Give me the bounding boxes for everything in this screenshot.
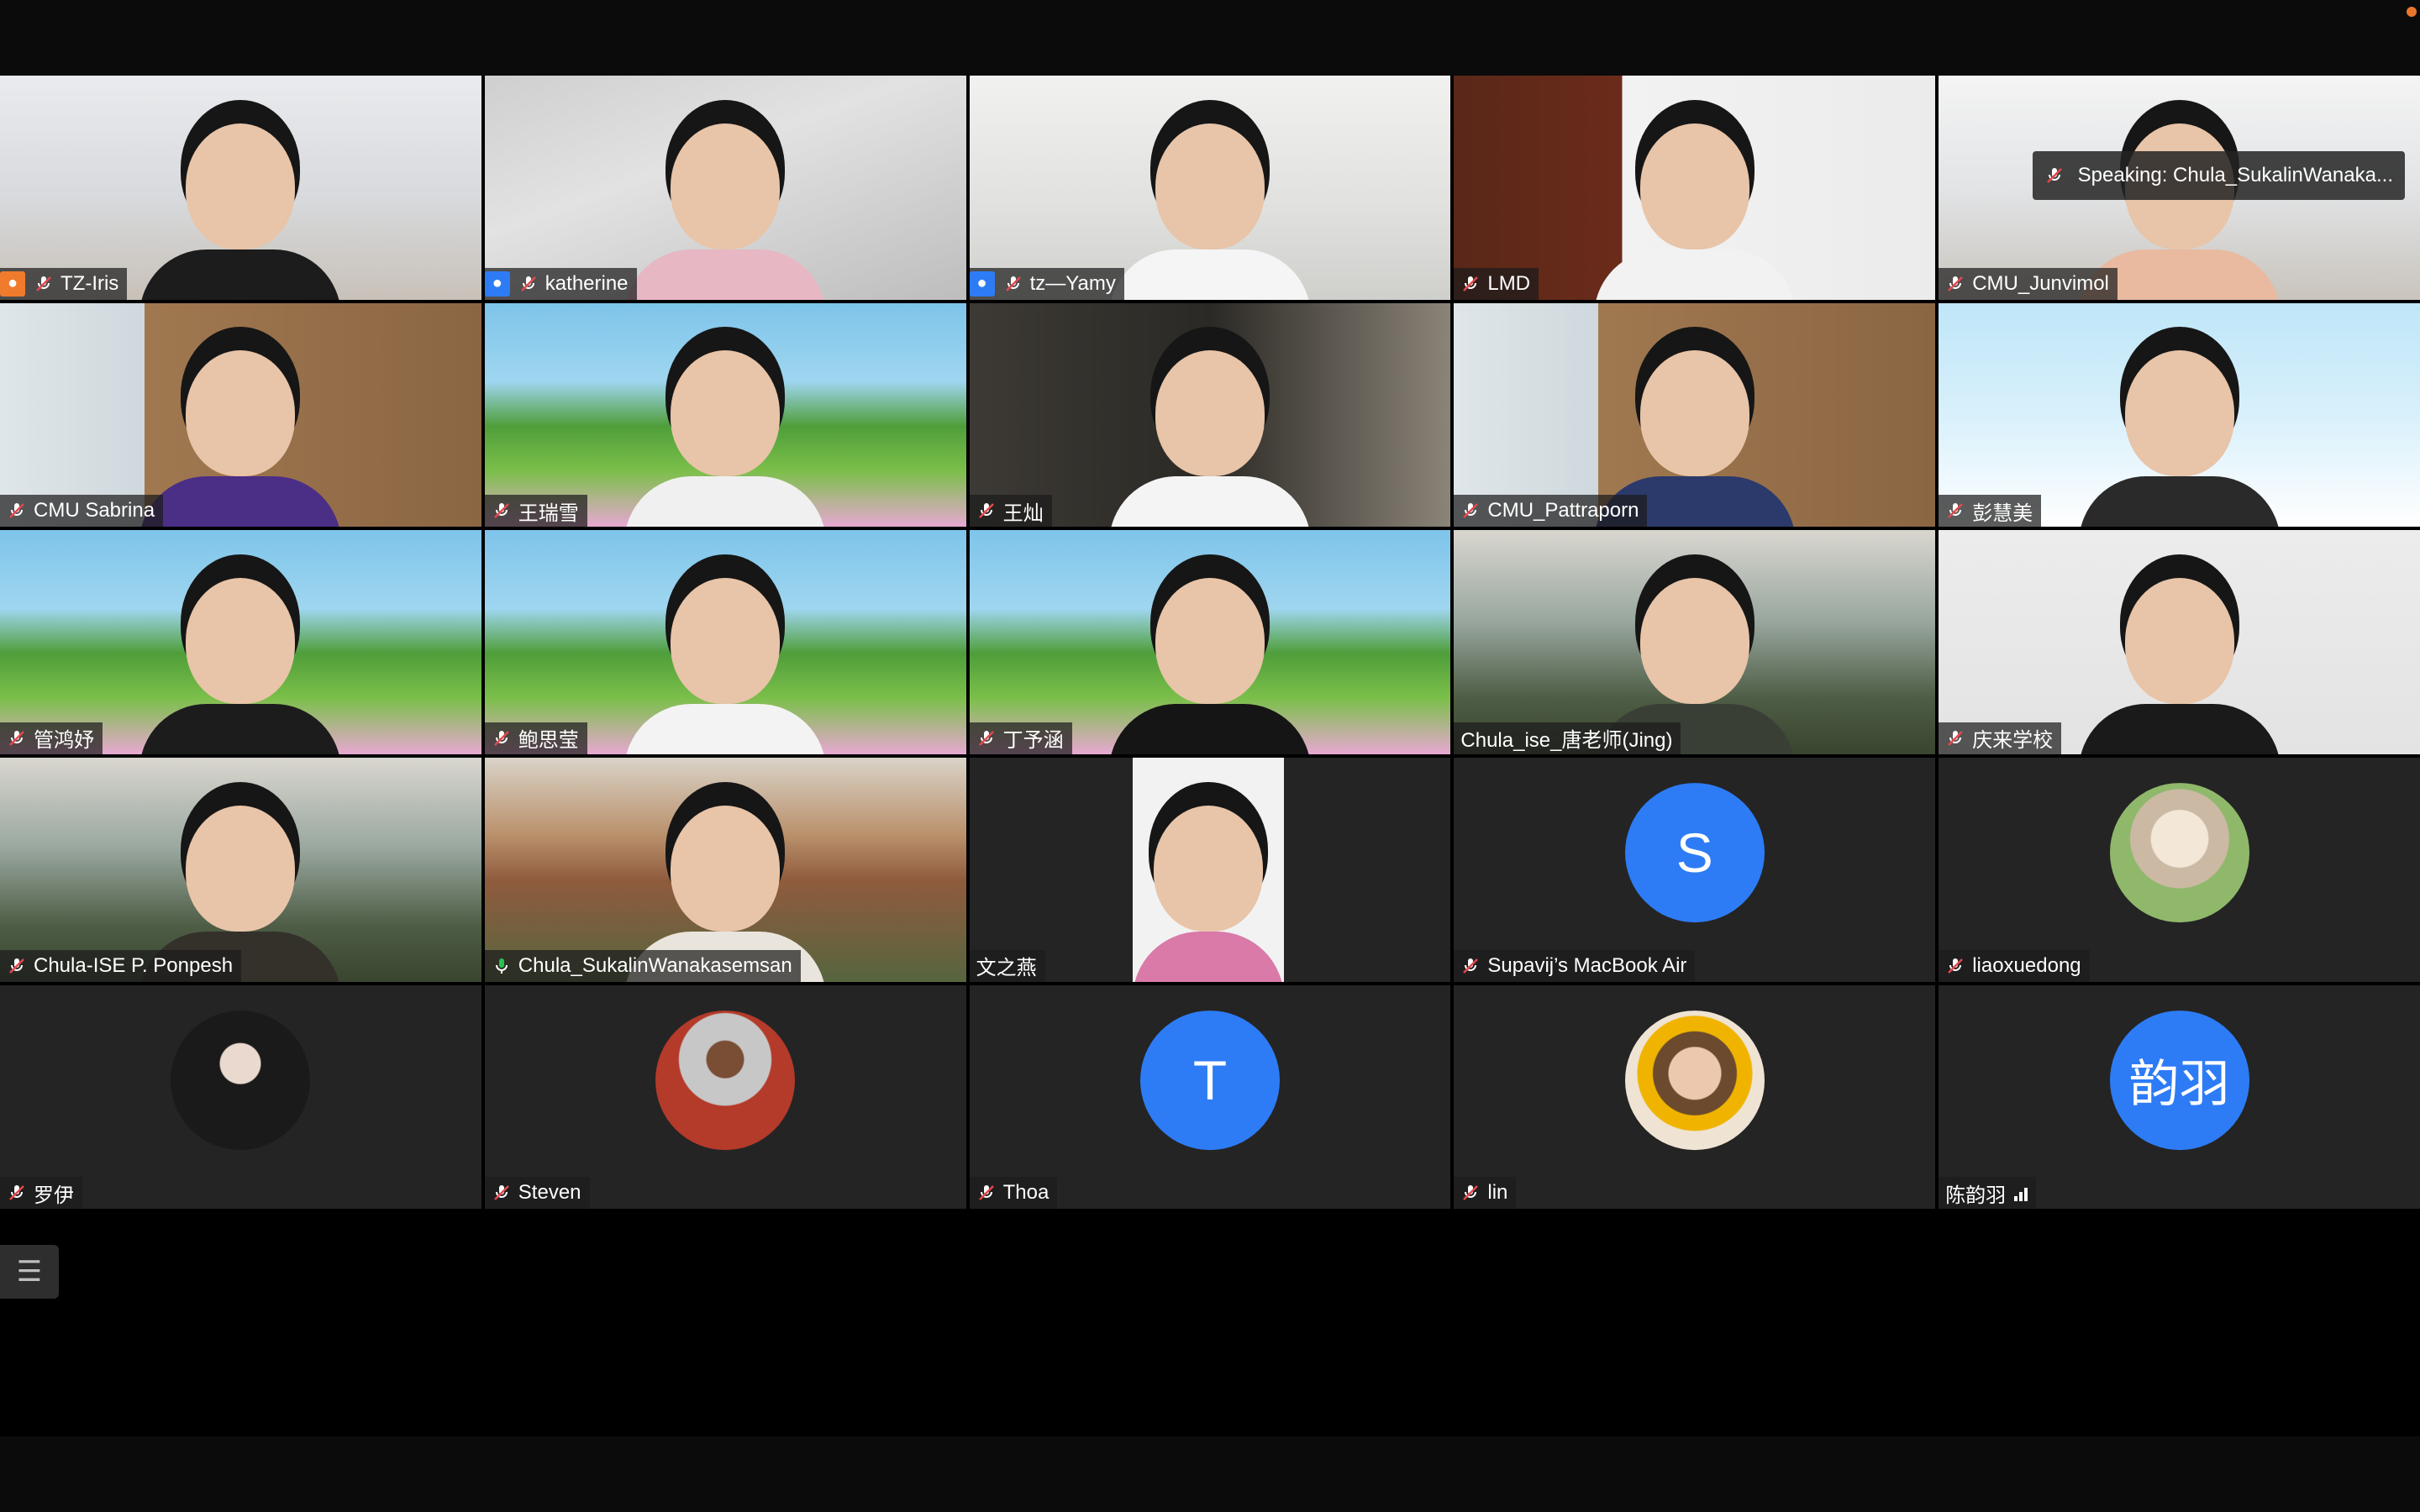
participant-tile[interactable]: ● katherine [484,76,966,300]
avatar: S [1624,783,1765,923]
recording-indicator-icon [2407,7,2417,17]
participant-tile[interactable]: Chula-ISE P. Ponpesh [0,757,481,982]
participant-tile[interactable]: 罗伊 [0,984,481,1210]
participant-name-tag: ● TZ-Iris [0,267,128,300]
participant-name-tag: ● tz—Yamy [969,267,1124,300]
participant-name-tag: 鲍思莹 [484,722,587,754]
participant-name-tag: Supavij’s MacBook Air [1454,949,1696,982]
participant-name-tag: 王瑞雪 [484,495,587,528]
muted-mic-icon [1460,501,1481,521]
participant-name-tag: 罗伊 [0,1177,82,1210]
participant-tile[interactable]: ● TZ-Iris [0,76,481,300]
participant-tile[interactable]: 王灿 [969,302,1451,528]
participant-tile[interactable]: 丁予涵 [969,530,1451,754]
participant-name-tag: 丁予涵 [969,722,1072,754]
participant-tile[interactable]: 管鸿妤 [0,530,481,754]
participant-tile[interactable]: 韵羽 陈韵羽 [1939,984,2420,1210]
participant-name-tag: Chula_SukalinWanakasemsan [484,949,801,982]
participant-tile[interactable]: ● tz—Yamy [969,76,1451,300]
muted-mic-icon [7,956,27,976]
avatar [171,1011,311,1151]
participant-tile[interactable]: liaoxuedong [1939,757,2420,982]
mic-icon [492,956,512,976]
muted-mic-icon [1003,274,1023,294]
participant-name-tag: lin [1454,1177,1517,1210]
participant-tile-active-speaker[interactable]: Chula_SukalinWanakasemsan [484,757,966,982]
muted-mic-icon [7,728,27,748]
participant-tile[interactable]: 庆来学校 [1939,530,2420,754]
participant-tile[interactable]: 王瑞雪 [484,302,966,528]
muted-mic-icon [7,1183,27,1203]
participant-name-tag: 庆来学校 [1939,722,2062,754]
participant-tile[interactable]: LMD [1454,76,1936,300]
participant-name-tag: Steven [484,1177,590,1210]
user-icon: ● [969,270,995,297]
top-bar [0,0,2420,76]
avatar [655,1011,796,1151]
muted-mic-icon [976,1183,997,1203]
muted-mic-icon [976,728,997,748]
participant-name-tag: CMU_Junvimol [1939,267,2118,300]
participant-name-tag: liaoxuedong [1939,949,2090,982]
participant-name-tag: 王灿 [969,495,1052,528]
participant-tile[interactable]: T Thoa [969,984,1451,1210]
muted-mic-icon [1945,956,1965,976]
audio-level-icon [2014,1184,2028,1202]
participant-tile[interactable]: Chula_ise_唐老师(Jing) [1454,530,1936,754]
avatar [2109,783,2249,923]
participant-name-tag: ● katherine [484,267,637,300]
participant-tile[interactable]: 彭慧美 [1939,302,2420,528]
participant-tile[interactable]: CMU_Pattraporn [1454,302,1936,528]
muted-mic-icon [1460,956,1481,976]
user-icon: ● [0,270,25,297]
muted-mic-icon [1460,1183,1481,1203]
bottom-bar [0,1436,2420,1512]
participant-tile[interactable]: 文之燕 [969,757,1451,982]
muted-mic-icon [518,274,539,294]
gallery-grid: ● TZ-Iris ● katherine ● tz—Yamy LMD Spea… [0,76,2420,1436]
participant-name-tag: CMU Sabrina [0,495,164,528]
muted-mic-icon [492,1183,512,1203]
muted-mic-icon [34,274,54,294]
participant-name-tag: 陈韵羽 [1939,1177,2037,1210]
participant-name-tag: 彭慧美 [1939,495,2042,528]
participant-name-tag: 文之燕 [969,949,1045,982]
participant-tile[interactable]: lin [1454,984,1936,1210]
participant-tile[interactable]: S Supavij’s MacBook Air [1454,757,1936,982]
participant-name-tag: CMU_Pattraporn [1454,495,1648,528]
muted-mic-icon [1945,274,1965,294]
participant-name-tag: Chula_ise_唐老师(Jing) [1454,722,1681,754]
avatar [1624,1011,1765,1151]
participant-name-tag: Thoa [969,1177,1058,1210]
avatar: 韵羽 [2109,1011,2249,1151]
participant-tile[interactable]: Steven [484,984,966,1210]
participant-tile[interactable]: CMU Sabrina [0,302,481,528]
participant-name-tag: 管鸿妤 [0,722,103,754]
muted-mic-icon [976,501,997,521]
muted-mic-icon [492,501,512,521]
muted-mic-icon [2044,165,2065,186]
participant-tile[interactable]: Speaking: Chula_SukalinWanaka... CMU_Jun… [1939,76,2420,300]
avatar: T [1139,1011,1280,1151]
user-icon: ● [484,270,510,297]
muted-mic-icon [1945,501,1965,521]
participant-name-tag: Chula-ISE P. Ponpesh [0,949,242,982]
muted-mic-icon [1945,728,1965,748]
muted-mic-icon [492,728,512,748]
muted-mic-icon [7,501,27,521]
participant-name-tag: LMD [1454,267,1539,300]
muted-mic-icon [1460,274,1481,294]
participant-tile[interactable]: 鲍思莹 [484,530,966,754]
active-speaker-banner: Speaking: Chula_SukalinWanaka... [2032,151,2405,200]
participant-list-icon[interactable]: ☰ [0,1245,59,1299]
